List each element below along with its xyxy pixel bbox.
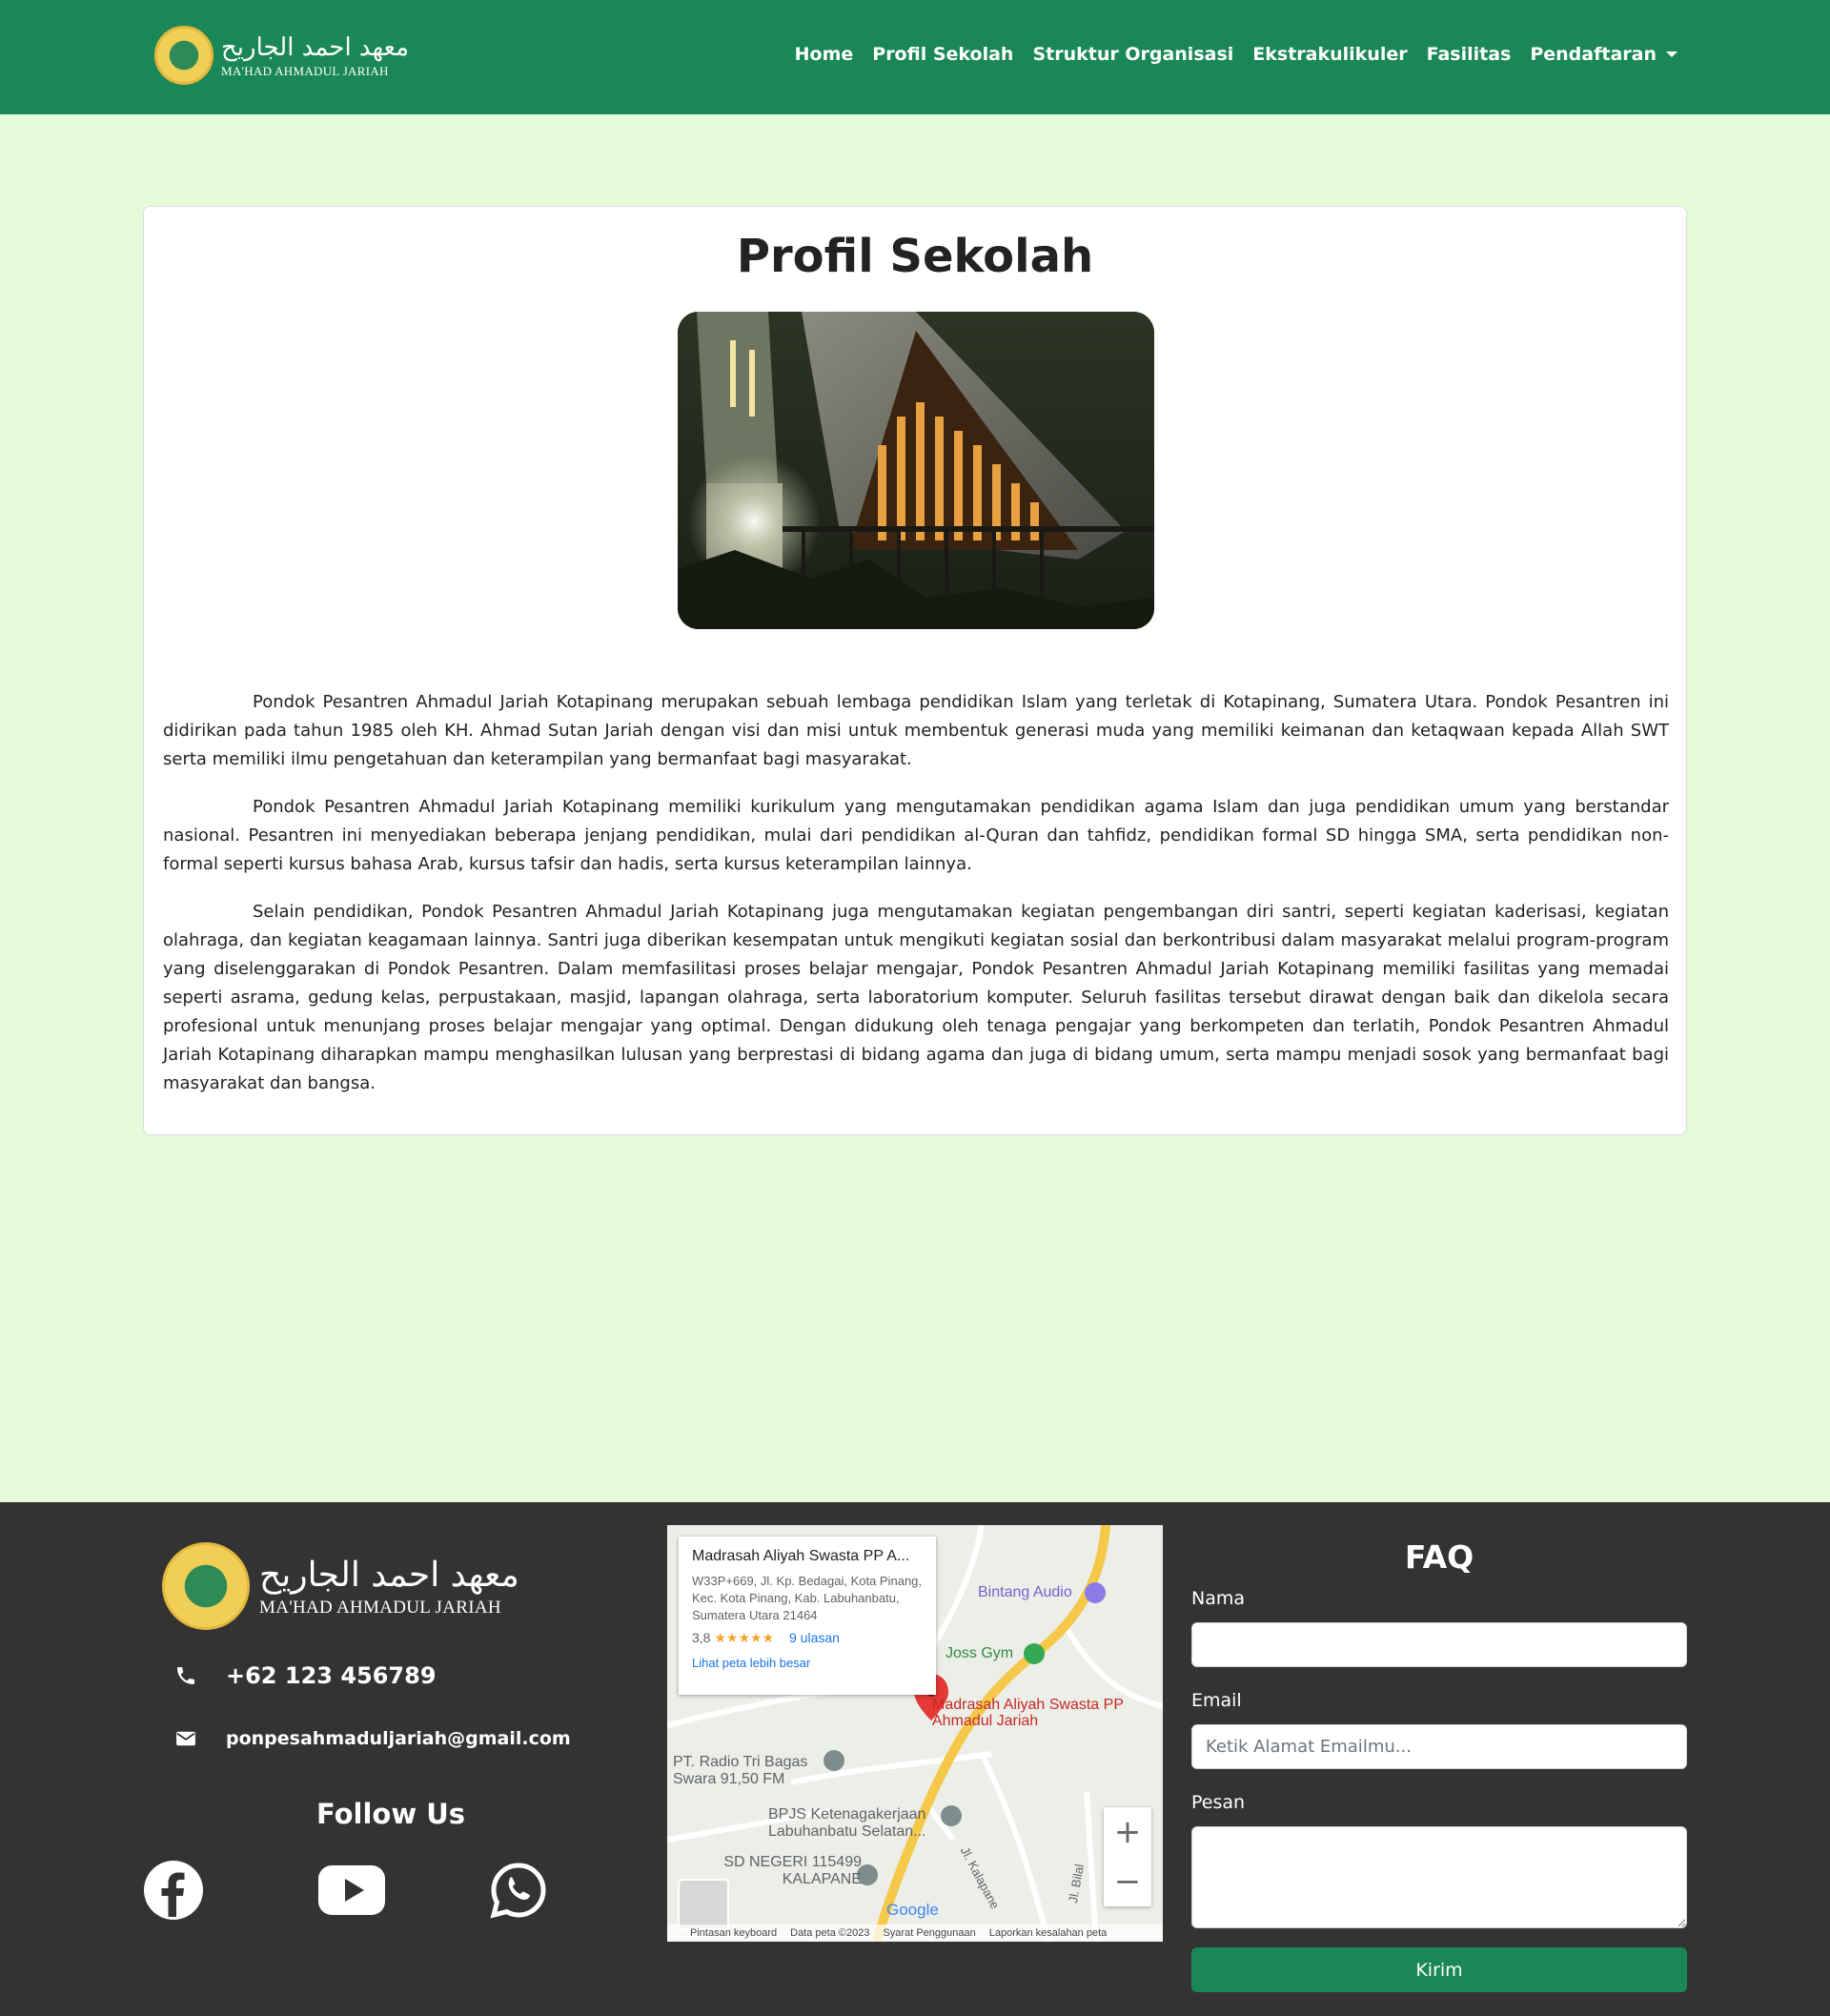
profile-text: Pondok Pesantren Ahmadul Jariah Kotapina… (163, 688, 1669, 1117)
email-contact: ponpesahmaduljariah@gmail.com (167, 1728, 571, 1749)
location-map[interactable]: Madrasah Aliyah Swasta PP A... W33P+669,… (667, 1525, 1163, 1942)
faq-title: FAQ (1404, 1538, 1474, 1576)
map-place-address: W33P+669, Jl. Kp. Bedagai, Kota Pinang, … (692, 1574, 923, 1622)
map-place-title: Madrasah Aliyah Swasta PP A... (692, 1548, 910, 1564)
message-textarea[interactable] (1191, 1826, 1687, 1928)
profile-paragraph: Selain pendidikan, Pondok Pesantren Ahma… (163, 902, 1669, 1093)
envelope-icon (167, 1730, 205, 1747)
submit-button[interactable]: Kirim (1191, 1947, 1687, 1992)
nav-fasilitas[interactable]: Fasilitas (1427, 44, 1512, 65)
page-title: Profil Sekolah (736, 230, 1094, 283)
view-larger-map-link[interactable]: Lihat peta lebih besar (692, 1656, 923, 1670)
map-label-radio[interactable]: PT. Radio Tri Bagas Swara 91,50 FM (673, 1754, 835, 1788)
map-label-joss-gym[interactable]: Joss Gym (946, 1645, 1013, 1662)
zoom-out-button[interactable]: − (1104, 1857, 1151, 1906)
message-label: Pesan (1191, 1792, 1246, 1813)
map-rating-value: 3,8 (692, 1630, 711, 1645)
brand-arabic-name: معهد احمد الجاريح (221, 33, 410, 62)
nav-home[interactable]: Home (795, 44, 854, 65)
navbar: معهد احمد الجاريح MA'HAD AHMADUL JARIAH … (0, 0, 1830, 114)
map-footer-bar: Pintasan keyboard Data peta ©2023 Syarat… (667, 1924, 1163, 1942)
caret-down-icon (1666, 51, 1678, 57)
map-label-bintang-audio[interactable]: Bintang Audio (978, 1584, 1072, 1601)
follow-us-title: Follow Us (315, 1798, 466, 1830)
profile-paragraph: Pondok Pesantren Ahmadul Jariah Kotapina… (163, 692, 1669, 769)
youtube-icon[interactable] (318, 1865, 385, 1919)
brand-latin-name: MA'HAD AHMADUL JARIAH (221, 64, 389, 78)
map-terms-link[interactable]: Syarat Penggunaan (883, 1927, 975, 1939)
email-address: ponpesahmaduljariah@gmail.com (226, 1728, 571, 1749)
phone-number: +62 123 456789 (226, 1662, 437, 1689)
map-label-madrasah[interactable]: Madrasah Aliyah Swasta PP Ahmadul Jariah (932, 1697, 1142, 1729)
map-zoom-controls: + − (1104, 1807, 1151, 1906)
nav-struktur-organisasi[interactable]: Struktur Organisasi (1032, 44, 1233, 65)
map-label-sd-negeri[interactable]: SD NEGERI 115499 KALAPANE (709, 1854, 862, 1888)
profile-paragraph: Pondok Pesantren Ahmadul Jariah Kotapina… (163, 797, 1669, 874)
nav-pendaftaran-dropdown[interactable]: Pendaftaran (1530, 44, 1678, 65)
whatsapp-icon[interactable] (490, 1862, 547, 1923)
map-place-card: Madrasah Aliyah Swasta PP A... W33P+669,… (679, 1537, 936, 1695)
email-input[interactable] (1191, 1724, 1687, 1769)
map-report-error-link[interactable]: Laporkan kesalahan peta (989, 1927, 1108, 1939)
phone-contact: +62 123 456789 (167, 1662, 437, 1689)
school-building-photo (678, 312, 1154, 629)
map-reviews-link[interactable]: 9 ulasan (789, 1630, 840, 1645)
map-data-credit: Data peta ©2023 (790, 1927, 870, 1939)
name-label: Nama (1191, 1588, 1246, 1609)
profile-card: Profil Sekolah Pondok Pesantren Ahmadul … (143, 206, 1687, 1135)
footer: معهد احمد الجاريح MA'HAD AHMADUL JARIAH … (0, 1502, 1830, 2016)
footer-brand-arabic: معهد احمد الجاريح (259, 1556, 519, 1595)
nav-ekstrakulikuler[interactable]: Ekstrakulikuler (1252, 44, 1407, 65)
school-logo (154, 26, 214, 85)
nav-menu: Home Profil Sekolah Struktur Organisasi … (795, 44, 1678, 65)
phone-icon (167, 1664, 205, 1687)
map-keyboard-shortcuts-link[interactable]: Pintasan keyboard (690, 1927, 777, 1939)
map-label-bpjs[interactable]: BPJS Ketenagakerjaan Labuhanbatu Selatan… (768, 1806, 949, 1841)
footer-school-logo (162, 1542, 250, 1630)
map-rating: 3,8 ★★★★★ 9 ulasan (692, 1630, 923, 1646)
nav-pendaftaran-label: Pendaftaran (1530, 44, 1657, 65)
zoom-in-button[interactable]: + (1104, 1807, 1151, 1857)
footer-brand: معهد احمد الجاريح MA'HAD AHMADUL JARIAH (162, 1542, 519, 1630)
map-rating-stars: ★★★★★ (714, 1630, 775, 1645)
brand-link[interactable]: معهد احمد الجاريح MA'HAD AHMADUL JARIAH (154, 25, 409, 86)
facebook-icon[interactable] (143, 1860, 204, 1924)
name-input[interactable] (1191, 1622, 1687, 1667)
footer-brand-latin: MA'HAD AHMADUL JARIAH (259, 1598, 501, 1618)
nav-profil-sekolah[interactable]: Profil Sekolah (872, 44, 1013, 65)
email-label: Email (1191, 1690, 1242, 1711)
google-logo: Google (886, 1901, 939, 1919)
